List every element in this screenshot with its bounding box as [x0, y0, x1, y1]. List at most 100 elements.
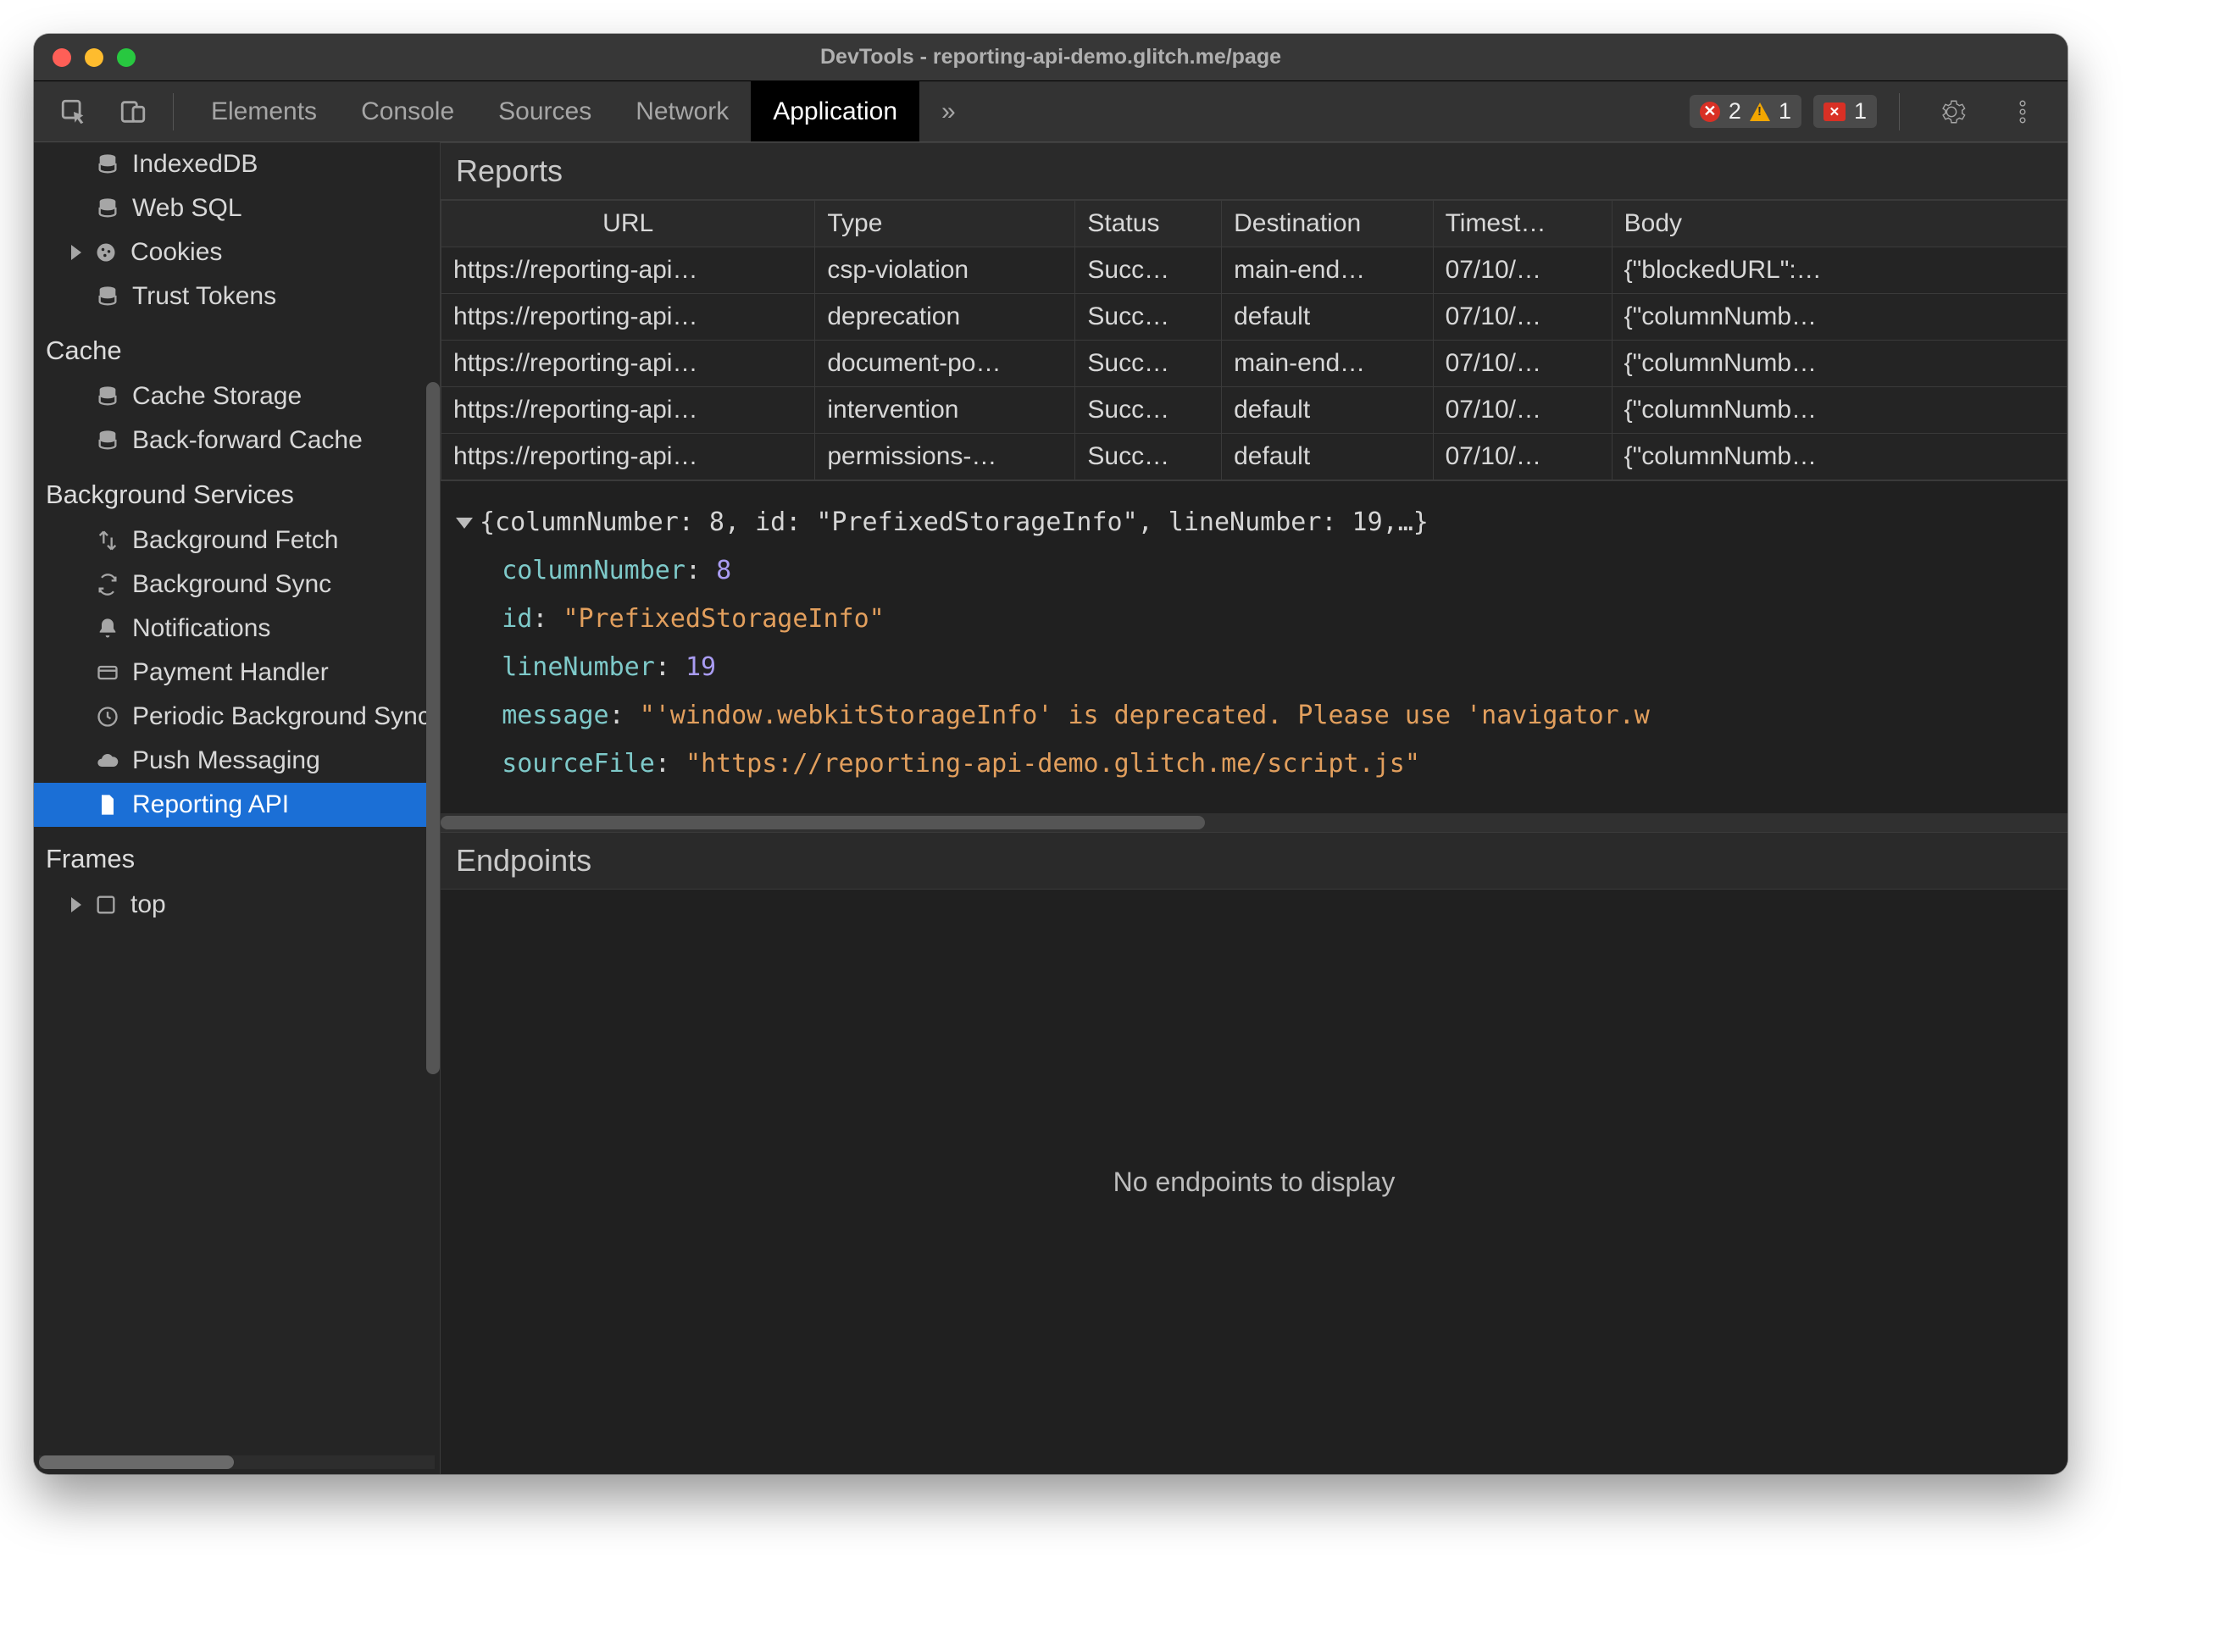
sidebar-item-websql[interactable]: Web SQL	[34, 186, 434, 230]
report-detail-pane[interactable]: {columnNumber: 8, id: "PrefixedStorageIn…	[441, 480, 2068, 813]
card-icon	[95, 660, 120, 685]
tab-application[interactable]: Application	[751, 81, 919, 141]
endpoints-empty-text: No endpoints to display	[441, 890, 2068, 1474]
col-url[interactable]: URL	[441, 201, 815, 247]
cell-url: https://reporting-api…	[441, 341, 815, 387]
section-title-reports: Reports	[441, 142, 2068, 200]
col-body[interactable]: Body	[1612, 201, 2067, 247]
window-titlebar: DevTools - reporting-api-demo.glitch.me/…	[34, 34, 2068, 81]
sidebar-vertical-scrollbar[interactable]	[426, 142, 440, 1474]
table-row[interactable]: https://reporting-api…interventionSucc…d…	[441, 387, 2068, 434]
detail-horizontal-scrollbar[interactable]	[441, 813, 2068, 832]
sidebar-item-label: Back-forward Cache	[132, 426, 363, 455]
cell-type: permissions-…	[815, 434, 1075, 480]
cell-status: Succ…	[1075, 294, 1222, 341]
table-row[interactable]: https://reporting-api…deprecationSucc…de…	[441, 294, 2068, 341]
collapse-arrow-icon[interactable]	[456, 518, 473, 529]
zoom-window-button[interactable]	[117, 48, 136, 67]
tab-elements[interactable]: Elements	[189, 81, 339, 141]
cell-url: https://reporting-api…	[441, 434, 815, 480]
close-window-button[interactable]	[53, 48, 71, 67]
cell-url: https://reporting-api…	[441, 247, 815, 294]
cell-destination: default	[1222, 434, 1433, 480]
sidebar-item-label: Notifications	[132, 614, 270, 643]
window-title: DevTools - reporting-api-demo.glitch.me/…	[34, 45, 2068, 69]
sidebar-item-push-messaging[interactable]: Push Messaging	[34, 739, 434, 783]
cell-body: {"columnNumb…	[1612, 434, 2067, 480]
sidebar-item-reporting-api[interactable]: Reporting API	[34, 783, 434, 827]
console-errors-warnings-button[interactable]: ✕ 2 1	[1690, 95, 1801, 128]
cookie-icon	[93, 240, 119, 265]
cell-type: document-po…	[815, 341, 1075, 387]
warning-icon	[1750, 103, 1770, 121]
device-toolbar-icon[interactable]	[103, 81, 163, 141]
database-icon	[95, 284, 120, 309]
sidebar-item-background-sync[interactable]: Background Sync	[34, 563, 434, 607]
bell-icon	[95, 616, 120, 641]
sidebar-item-label: top	[130, 890, 166, 919]
database-icon	[95, 196, 120, 221]
sidebar-item-periodic-background-sync[interactable]: Periodic Background Sync	[34, 695, 434, 739]
sidebar-item-bfcache[interactable]: Back-forward Cache	[34, 419, 434, 463]
sidebar-item-label: Reporting API	[132, 790, 289, 819]
sidebar-horizontal-scrollbar[interactable]	[39, 1455, 435, 1469]
more-tabs-button[interactable]: »	[919, 81, 978, 141]
detail-key: sourceFile	[502, 749, 655, 779]
cell-status: Succ…	[1075, 247, 1222, 294]
database-icon	[95, 152, 120, 177]
sidebar-item-label: Trust Tokens	[132, 282, 276, 311]
detail-value: 19	[686, 652, 716, 682]
table-row[interactable]: https://reporting-api…document-po…Succ…m…	[441, 341, 2068, 387]
cell-body: {"blockedURL":…	[1612, 247, 2067, 294]
toolbar-separator	[173, 93, 174, 130]
sidebar-item-trust-tokens[interactable]: Trust Tokens	[34, 274, 434, 319]
issues-button[interactable]: 1	[1813, 95, 1877, 128]
sidebar-item-label: Push Messaging	[132, 746, 320, 775]
expand-arrow-icon	[71, 245, 81, 260]
detail-value: "https://reporting-api-demo.glitch.me/sc…	[686, 749, 1420, 779]
devtools-toolbar: Elements Console Sources Network Applica…	[34, 81, 2068, 142]
table-row[interactable]: https://reporting-api…csp-violationSucc……	[441, 247, 2068, 294]
col-timestamp[interactable]: Timest…	[1433, 201, 1612, 247]
settings-gear-icon[interactable]	[1922, 97, 1981, 126]
cell-url: https://reporting-api…	[441, 294, 815, 341]
inspect-element-icon[interactable]	[44, 81, 103, 141]
sidebar-item-top-frame[interactable]: top	[34, 883, 434, 927]
reports-table: URL Type Status Destination Timest… Body…	[441, 200, 2068, 480]
cloud-icon	[95, 748, 120, 773]
issue-icon	[1823, 103, 1846, 121]
more-options-icon[interactable]	[1993, 97, 2052, 126]
sidebar-item-cache-storage[interactable]: Cache Storage	[34, 374, 434, 419]
cell-body: {"columnNumb…	[1612, 294, 2067, 341]
sidebar-item-notifications[interactable]: Notifications	[34, 607, 434, 651]
sync-icon	[95, 572, 120, 597]
detail-value: "PrefixedStorageInfo"	[563, 604, 884, 634]
cell-destination: default	[1222, 294, 1433, 341]
cell-body: {"columnNumb…	[1612, 341, 2067, 387]
col-type[interactable]: Type	[815, 201, 1075, 247]
sidebar-item-label: IndexedDB	[132, 150, 258, 179]
sidebar-item-indexeddb[interactable]: IndexedDB	[34, 142, 434, 186]
col-status[interactable]: Status	[1075, 201, 1222, 247]
sidebar-item-label: Background Fetch	[132, 526, 338, 555]
expand-arrow-icon	[71, 897, 81, 912]
minimize-window-button[interactable]	[85, 48, 103, 67]
transfer-icon	[95, 528, 120, 553]
detail-value: 8	[716, 556, 731, 585]
sidebar-item-payment-handler[interactable]: Payment Handler	[34, 651, 434, 695]
detail-key: columnNumber	[502, 556, 686, 585]
tab-network[interactable]: Network	[613, 81, 751, 141]
sidebar-item-background-fetch[interactable]: Background Fetch	[34, 518, 434, 563]
sidebar-group-cache: Cache	[34, 319, 434, 374]
col-destination[interactable]: Destination	[1222, 201, 1433, 247]
table-row[interactable]: https://reporting-api…permissions-…Succ……	[441, 434, 2068, 480]
sidebar-item-cookies[interactable]: Cookies	[34, 230, 434, 274]
frame-icon	[93, 892, 119, 917]
detail-value: "'window.webkitStorageInfo' is deprecate…	[640, 701, 1650, 730]
tab-console[interactable]: Console	[339, 81, 476, 141]
cell-type: csp-violation	[815, 247, 1075, 294]
tab-sources[interactable]: Sources	[476, 81, 613, 141]
cell-destination: default	[1222, 387, 1433, 434]
cell-status: Succ…	[1075, 387, 1222, 434]
section-title-endpoints: Endpoints	[441, 832, 2068, 890]
